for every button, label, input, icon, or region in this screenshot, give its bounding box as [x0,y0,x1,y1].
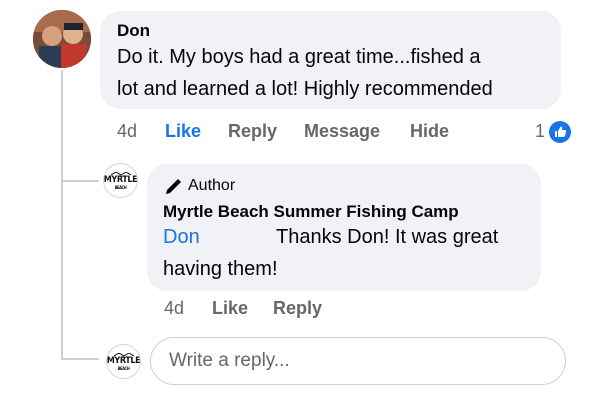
composer-logo-text: MYRTLE [106,355,141,366]
reply-timestamp[interactable]: 4d [164,298,184,319]
reply-input-placeholder: Write a reply... [169,350,290,371]
like-button[interactable]: Like [165,121,201,142]
composer-logo-subtext: BEACH [117,365,130,371]
page-logo-subtext: BEACH [114,184,127,190]
composer-avatar[interactable]: MYRTLE BEACH [106,344,141,379]
thread-branch [61,180,99,182]
comment-bubble: Don Do it. My boys had a great time...fi… [100,11,561,109]
reply-text-line-1: Thanks Don! It was great [276,226,499,248]
reply-bubble: Author Myrtle Beach Summer Fishing Camp … [147,164,541,291]
reply-button[interactable]: Reply [228,121,277,142]
comment-timestamp[interactable]: 4d [117,121,137,142]
reply-like-button[interactable]: Like [212,298,248,319]
comment-author-name[interactable]: Don [117,21,150,41]
comment-text-line-2: lot and learned a lot! Highly recommende… [117,78,493,100]
comment-actions: 4d Like Reply Message Hide 1 [0,121,600,145]
reaction-count[interactable]: 1 [535,121,545,142]
avatar-photo [33,10,91,68]
avatar[interactable] [33,10,91,68]
comment-text-line-1: Do it. My boys had a great time...fished… [117,46,481,68]
page-avatar[interactable]: MYRTLE BEACH [103,163,138,198]
page-logo-text: MYRTLE [103,174,138,185]
reply-author-name[interactable]: Myrtle Beach Summer Fishing Camp [163,202,459,222]
author-badge: Author [188,177,236,194]
reply-input[interactable]: Write a reply... [150,337,566,385]
reply-text-line-2: having them! [163,258,278,280]
thread-branch [61,358,99,360]
message-button[interactable]: Message [304,121,380,142]
hide-button[interactable]: Hide [410,121,449,142]
reply-actions: 4d Like Reply [0,298,600,322]
mention-link[interactable]: Don [163,221,200,253]
composer-logo: MYRTLE BEACH [106,352,141,371]
page-logo: MYRTLE BEACH [103,171,138,190]
pencil-icon [163,177,183,202]
thumbs-up-icon[interactable] [548,120,572,149]
reply-reply-button[interactable]: Reply [273,298,322,319]
